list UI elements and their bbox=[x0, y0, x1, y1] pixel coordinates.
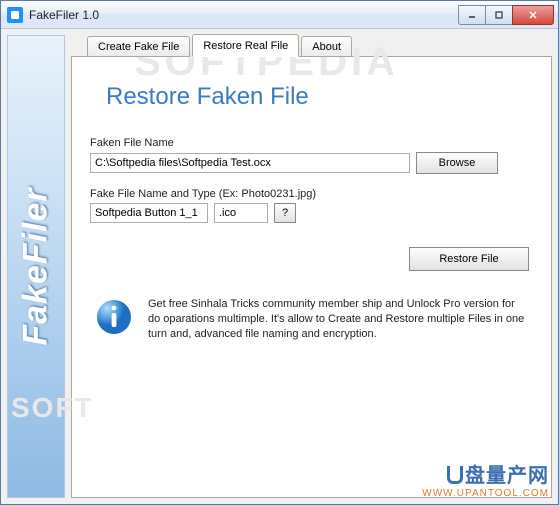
titlebar[interactable]: FakeFiler 1.0 bbox=[1, 1, 558, 29]
faken-file-label: Faken File Name bbox=[90, 137, 533, 149]
window-controls bbox=[459, 5, 554, 25]
restore-row: Restore File bbox=[90, 247, 529, 271]
tab-create-fake-file[interactable]: Create Fake File bbox=[87, 36, 190, 57]
info-box: Get free Sinhala Tricks community member… bbox=[90, 291, 533, 348]
sidebar-brand-text: FakeFiler bbox=[17, 187, 56, 345]
fake-file-label: Fake File Name and Type (Ex: Photo0231.j… bbox=[90, 188, 533, 200]
maximize-button[interactable] bbox=[485, 5, 513, 25]
app-window: FakeFiler 1.0 SOFTPEDIA FakeFiler Create… bbox=[0, 0, 559, 505]
fake-file-ext-input[interactable] bbox=[214, 203, 268, 223]
help-button[interactable]: ? bbox=[274, 203, 296, 223]
window-title: FakeFiler 1.0 bbox=[29, 8, 459, 22]
info-icon bbox=[94, 297, 134, 337]
sidebar-brand-panel: FakeFiler bbox=[7, 35, 65, 498]
fake-file-row: ? bbox=[90, 203, 533, 223]
tab-strip: Create Fake File Restore Real File About bbox=[71, 36, 552, 57]
minimize-button[interactable] bbox=[458, 5, 486, 25]
client-area: FakeFiler Create Fake File Restore Real … bbox=[1, 29, 558, 504]
close-button[interactable] bbox=[512, 5, 554, 25]
tab-restore-real-file[interactable]: Restore Real File bbox=[192, 34, 299, 57]
faken-file-row: Browse bbox=[90, 152, 533, 174]
fake-file-name-input[interactable] bbox=[90, 203, 208, 223]
info-text: Get free Sinhala Tricks community member… bbox=[148, 297, 529, 342]
tab-about[interactable]: About bbox=[301, 36, 352, 57]
page-title: Restore Faken File bbox=[106, 83, 533, 111]
faken-file-path-input[interactable] bbox=[90, 153, 410, 173]
tab-panel-restore: Restore Faken File Faken File Name Brows… bbox=[71, 56, 552, 498]
main-area: Create Fake File Restore Real File About… bbox=[71, 35, 552, 498]
restore-file-button[interactable]: Restore File bbox=[409, 247, 529, 271]
app-icon bbox=[7, 7, 23, 23]
browse-button[interactable]: Browse bbox=[416, 152, 498, 174]
